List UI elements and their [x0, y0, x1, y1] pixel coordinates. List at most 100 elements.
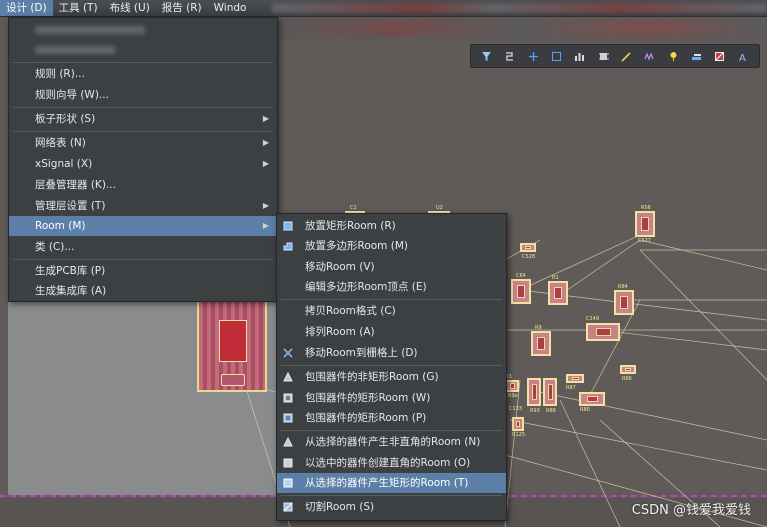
menu-item-nonrect-wrap[interactable]: 包围器件的非矩形Room (G) [277, 367, 506, 387]
menu-item-move-room[interactable]: 移动Room (V) [277, 257, 506, 277]
wave-icon[interactable] [643, 49, 657, 63]
nonrect-wrap-icon [283, 372, 293, 382]
menu-item-label: 放置多边形Room (M) [305, 240, 408, 252]
menu-item-make-int-lib[interactable]: 生成集成库 (A) [9, 281, 277, 301]
menu-item-edit-polygon-vertices[interactable]: 编辑多边形Room顶点 (E) [277, 277, 506, 297]
menu-item-rules-wizard[interactable]: 规则向导 (W)... [9, 85, 277, 105]
rect-from-selection-icon [283, 478, 293, 488]
designator-label: C149 [586, 316, 600, 322]
menu-item-label: Room (M) [35, 220, 86, 232]
rect-select-icon[interactable] [550, 49, 564, 63]
menu-reports[interactable]: 报告 (R) [156, 0, 208, 16]
grid-move-icon [283, 348, 293, 358]
menu-item-move-room-to-grid[interactable]: 移动Room到栅格上 (D) [277, 343, 506, 363]
designator-label: R88 [546, 408, 556, 414]
menu-item-slice-room[interactable]: 切割Room (S) [277, 497, 506, 517]
layer-icon[interactable] [690, 49, 704, 63]
menu-item-right-angle-room[interactable]: 以选中的器件创建直角的Room (O) [277, 453, 506, 473]
menu-item-rect-wrap[interactable]: 包围器件的矩形Room (W) [277, 388, 506, 408]
component[interactable] [520, 243, 536, 252]
menu-separator [13, 62, 273, 63]
menu-item-copy-room-format[interactable]: 拷贝Room格式 (C) [277, 301, 506, 321]
submenu-arrow-icon: ▶ [262, 114, 269, 123]
box-icon[interactable] [713, 49, 727, 63]
menu-item-rect-from-selection[interactable]: 从选择的器件产生矩形的Room (T) [277, 473, 506, 493]
component[interactable] [527, 378, 541, 406]
component[interactable] [505, 380, 519, 392]
designator-label: C527 [638, 238, 652, 244]
component[interactable] [548, 281, 568, 305]
menu-design[interactable]: 设计 (D) [0, 0, 53, 16]
menu-tools[interactable]: 工具 (T) [53, 0, 104, 16]
component[interactable] [566, 374, 584, 383]
menu-item-place-polygon-room[interactable]: 放置多边形Room (M) [277, 236, 506, 256]
component[interactable] [579, 392, 605, 406]
menu-item-label: 管理层设置 (T) [35, 200, 106, 212]
designator-label: R1 [552, 275, 559, 281]
submenu-arrow-icon: ▶ [262, 201, 269, 210]
component[interactable] [531, 331, 551, 356]
right-angle-room-icon [283, 458, 293, 468]
menu-item-layer-sets[interactable]: 管理层设置 (T) ▶ [9, 196, 277, 216]
menu-item-label: 包围器件的矩形Room (P) [305, 412, 427, 424]
menu-item-rect-wrap-p[interactable]: 包围器件的矩形Room (P) [277, 408, 506, 428]
menu-item-room[interactable]: Room (M) ▶ [9, 216, 277, 236]
pin-icon[interactable] [666, 49, 680, 63]
chip-icon[interactable] [596, 49, 610, 63]
menu-item-rules[interactable]: 规则 (R)... [9, 64, 277, 84]
designator-label: R93 [530, 408, 540, 414]
component[interactable] [543, 378, 557, 406]
menu-item-board-shape[interactable]: 板子形状 (S) ▶ [9, 109, 277, 129]
designator-label: R84 [618, 284, 628, 290]
menu-item-label: 拷贝Room格式 (C) [305, 305, 396, 317]
nonright-room-icon [283, 437, 293, 447]
menu-separator [281, 430, 502, 431]
designator-label: R87 [566, 385, 576, 391]
menu-item-layer-stack[interactable]: 层叠管理器 (K)... [9, 175, 277, 195]
designator-label: R9a [508, 393, 518, 399]
menu-item-label: 排列Room (A) [305, 326, 375, 338]
ic-footprint[interactable] [197, 300, 267, 392]
menu-separator [13, 107, 273, 108]
chart-icon[interactable] [573, 49, 587, 63]
menu-item-xsignal[interactable]: xSignal (X) ▶ [9, 154, 277, 174]
component[interactable] [586, 323, 620, 341]
filter-icon[interactable] [480, 49, 494, 63]
menu-item-arrange-rooms[interactable]: 排列Room (A) [277, 322, 506, 342]
menu-separator [281, 365, 502, 366]
submenu-arrow-icon: ▶ [262, 221, 269, 230]
menu-window[interactable]: Windo [208, 0, 253, 16]
menu-item-label: 规则向导 (W)... [35, 89, 109, 101]
menu-item-label: 层叠管理器 (K)... [35, 179, 116, 191]
designator-label: C528 [522, 254, 536, 260]
menu-item-netlist[interactable]: 网络表 (N) ▶ [9, 133, 277, 153]
menu-item-nonright-room[interactable]: 从选择的器件产生非直角的Room (N) [277, 432, 506, 452]
menu-item-label: 生成PCB库 (P) [35, 265, 106, 277]
menu-route[interactable]: 布线 (U) [104, 0, 156, 16]
design-menu: 规则 (R)... 规则向导 (W)... 板子形状 (S) ▶ 网络表 (N) ▶… [8, 17, 278, 302]
menu-item-place-rect-room[interactable]: 放置矩形Room (R) [277, 216, 506, 236]
blurred-item [35, 46, 115, 54]
menu-item-label: 以选中的器件创建直角的Room (O) [305, 457, 471, 469]
text-a-icon[interactable]: A [736, 49, 750, 63]
watermark-text: CSDN @钱爱我爱钱 [631, 503, 751, 518]
component[interactable] [620, 365, 636, 374]
menu-item-label: 切割Room (S) [305, 501, 375, 513]
menu-item-label: 移动Room到栅格上 (D) [305, 347, 418, 359]
component[interactable] [614, 290, 634, 315]
route-icon[interactable] [503, 49, 517, 63]
cross-icon[interactable] [526, 49, 540, 63]
component[interactable] [512, 417, 524, 431]
room-submenu: 放置矩形Room (R) 放置多边形Room (M) 移动Room (V) 编辑… [276, 213, 507, 521]
menu-item-classes[interactable]: 类 (C)... [9, 237, 277, 257]
menu-separator [13, 131, 273, 132]
rect-wrap-p-icon [283, 413, 293, 423]
menu-item-label: 规则 (R)... [35, 68, 85, 80]
component[interactable] [511, 279, 531, 304]
menu-item-label: 从选择的器件产生矩形的Room (T) [305, 477, 469, 489]
menu-separator [13, 259, 273, 260]
pen-icon[interactable] [620, 49, 634, 63]
component[interactable] [635, 211, 655, 237]
menu-item-label: 类 (C)... [35, 241, 75, 253]
menu-item-make-pcb-lib[interactable]: 生成PCB库 (P) [9, 261, 277, 281]
